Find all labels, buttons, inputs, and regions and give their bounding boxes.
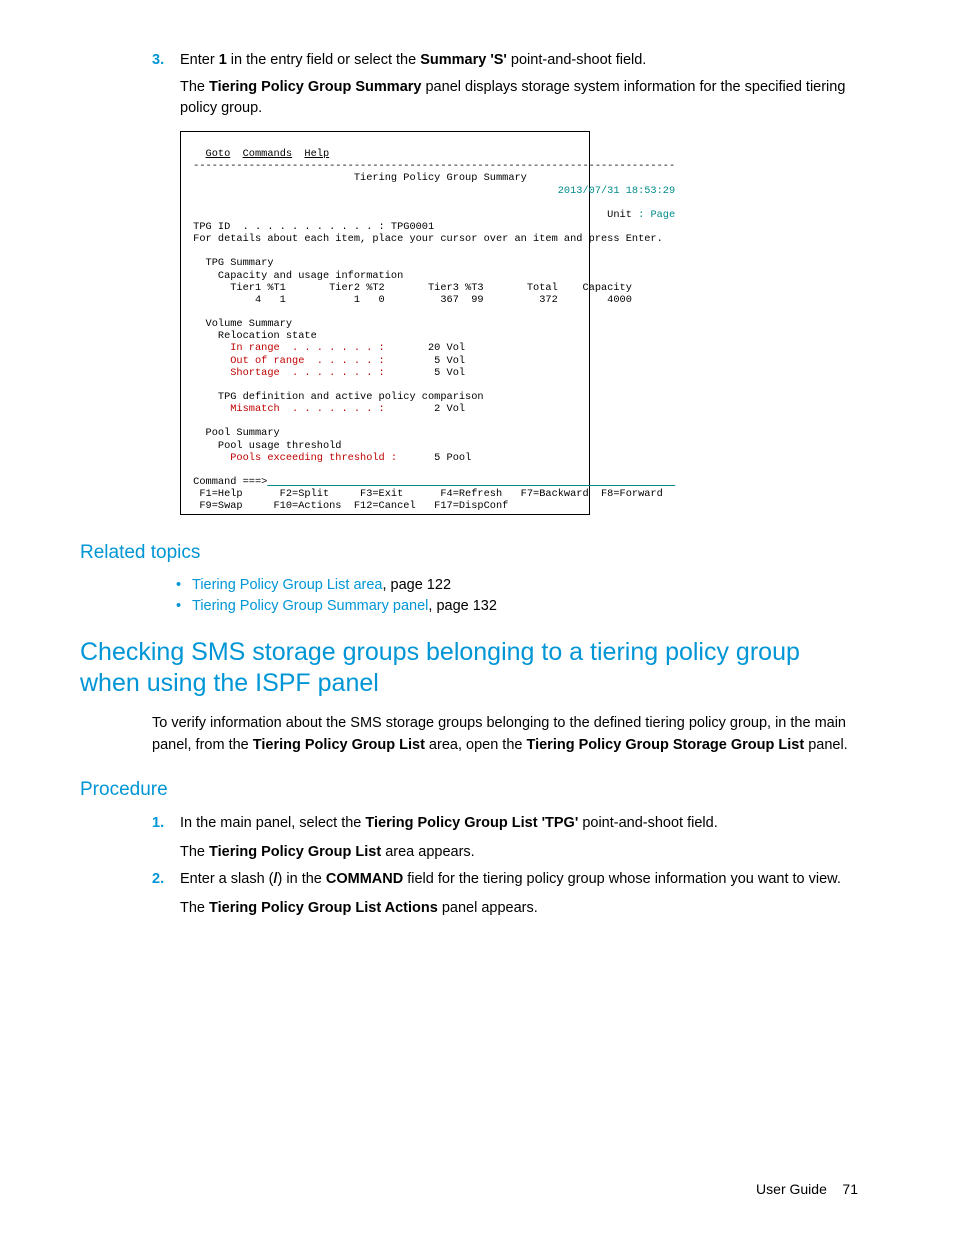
t: : — [638, 209, 650, 221]
t: Summary 'S' — [420, 52, 507, 68]
t: Tiering Policy Group List Actions — [209, 900, 438, 916]
t: Tiering Policy Group List 'TPG' — [365, 815, 578, 831]
link-tpg-list-area[interactable]: Tiering Policy Group List area — [192, 577, 382, 593]
step-text: In the main panel, select the Tiering Po… — [180, 813, 858, 863]
t: in the entry field or select the — [227, 52, 420, 68]
menu-help[interactable]: Help — [304, 148, 329, 160]
step-text: Enter a slash (/) in the COMMAND field f… — [180, 869, 858, 919]
out-range-val: 5 Vol — [385, 355, 465, 367]
capacity-hdr: Capacity and usage information — [187, 270, 403, 282]
t: point-and-shoot field. — [507, 52, 646, 68]
tpg-id: TPG ID . . . . . . . . . . . : TPG0001 — [187, 221, 434, 233]
step-3: 3. Enter 1 in the entry field or select … — [152, 50, 858, 71]
terminal-panel: Goto Commands Help ---------------------… — [180, 131, 590, 515]
t: The — [180, 844, 209, 860]
t: 1 — [219, 52, 227, 68]
t: Tiering Policy Group List — [253, 737, 425, 753]
out-range-label[interactable]: Out of range . . . . . : — [187, 355, 385, 367]
step-number: 3. — [152, 50, 180, 71]
t: COMMAND — [326, 871, 403, 887]
panel-title: Tiering Policy Group Summary — [187, 172, 527, 184]
t: ) in the — [278, 871, 326, 887]
t: The — [180, 79, 209, 95]
capacity-vals: 4 1 1 0 367 99 372 4000 — [187, 294, 632, 306]
related-topics-list: Tiering Policy Group List area, page 122… — [176, 575, 858, 617]
page-number: 71 — [842, 1181, 858, 1197]
procedure-heading: Procedure — [80, 776, 858, 804]
t: , page 132 — [428, 598, 497, 614]
mismatch-val: 2 Vol — [385, 403, 465, 415]
reloc-hdr: Relocation state — [187, 330, 317, 342]
hint: For details about each item, place your … — [187, 233, 663, 245]
t: area appears. — [381, 844, 475, 860]
vol-summary-hdr: Volume Summary — [187, 318, 292, 330]
mismatch-label[interactable]: Mismatch . . . . . . . : — [187, 403, 385, 415]
unit-label: Unit — [187, 209, 638, 221]
menu-commands[interactable]: Commands — [243, 148, 292, 160]
pool-exc-val: 5 Pool — [397, 452, 471, 464]
shortage-val: 5 Vol — [385, 367, 465, 379]
command-input[interactable] — [267, 476, 675, 488]
page-footer: User Guide 71 — [80, 1179, 858, 1199]
t: In the main panel, select the — [180, 815, 365, 831]
step-3-para: The Tiering Policy Group Summary panel d… — [180, 77, 858, 119]
pool-summary-hdr: Pool Summary — [187, 427, 280, 439]
pool-thr-hdr: Pool usage threshold — [187, 440, 341, 452]
link-tpg-summary-panel[interactable]: Tiering Policy Group Summary panel — [192, 598, 428, 614]
t: , page 122 — [382, 577, 451, 593]
pool-exc-label[interactable]: Pools exceeding threshold : — [187, 452, 397, 464]
section-heading: Checking SMS storage groups belonging to… — [80, 637, 858, 700]
hr: ----------------------------------------… — [187, 160, 675, 172]
step-number: 2. — [152, 869, 180, 919]
t: panel. — [804, 737, 848, 753]
t: Enter a slash ( — [180, 871, 274, 887]
section-intro: To verify information about the SMS stor… — [152, 713, 858, 755]
procedure-step-2: 2. Enter a slash (/) in the COMMAND fiel… — [152, 869, 858, 919]
unit-value: Page — [650, 209, 675, 221]
shortage-label[interactable]: Shortage . . . . . . . : — [187, 367, 385, 379]
t: Enter — [180, 52, 219, 68]
tpg-summary-hdr: TPG Summary — [187, 257, 274, 269]
t: area, open the — [425, 737, 527, 753]
menu-goto[interactable]: Goto — [206, 148, 231, 160]
procedure-step-1: 1. In the main panel, select the Tiering… — [152, 813, 858, 863]
fkeys-row1: F1=Help F2=Split F3=Exit F4=Refresh F7=B… — [187, 488, 663, 500]
capacity-cols: Tier1 %T1 Tier2 %T2 Tier3 %T3 Total Capa… — [187, 282, 632, 294]
command-prompt[interactable]: Command ===> — [187, 476, 267, 488]
t: Tiering Policy Group Summary — [209, 79, 421, 95]
t: Tiering Policy Group List — [209, 844, 381, 860]
t: field for the tiering policy group whose… — [403, 871, 841, 887]
t: Tiering Policy Group Storage Group List — [526, 737, 804, 753]
related-topics-heading: Related topics — [80, 539, 858, 567]
in-range-label[interactable]: In range . . . . . . . : — [187, 342, 385, 354]
footer-label: User Guide — [756, 1181, 827, 1197]
timestamp: 2013/07/31 18:53:29 — [187, 185, 675, 197]
t: The — [180, 900, 209, 916]
step-number: 1. — [152, 813, 180, 863]
fkeys-row2: F9=Swap F10=Actions F12=Cancel F17=DispC… — [187, 500, 508, 512]
list-item: Tiering Policy Group List area, page 122 — [176, 575, 858, 596]
step-text: Enter 1 in the entry field or select the… — [180, 50, 858, 71]
in-range-val: 20 Vol — [385, 342, 465, 354]
list-item: Tiering Policy Group Summary panel, page… — [176, 596, 858, 617]
tpg-def-hdr: TPG definition and active policy compari… — [187, 391, 484, 403]
t: point-and-shoot field. — [578, 815, 717, 831]
t: panel appears. — [438, 900, 538, 916]
